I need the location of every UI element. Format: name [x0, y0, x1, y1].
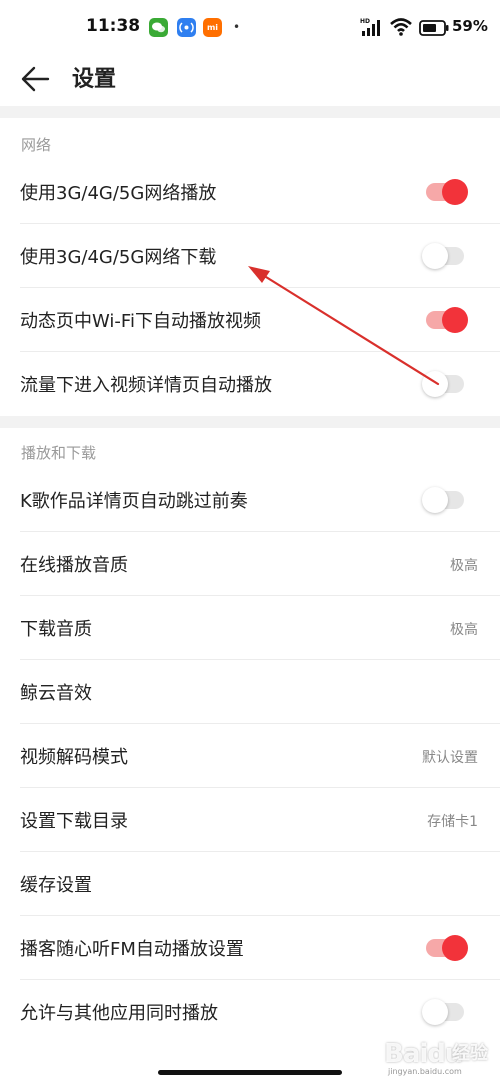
section-title-play-download: 播放和下载 [21, 444, 97, 462]
setting-row-podcast-fm[interactable]: 播客随心听FM自动播放设置 [0, 916, 500, 980]
toggle-switch-off[interactable] [422, 487, 464, 513]
setting-label: 动态页中Wi-Fi下自动播放视频 [20, 311, 261, 332]
setting-label: 鲸云音效 [20, 683, 92, 704]
toggle-switch-on[interactable] [426, 935, 468, 961]
watermark-sub: 经验 [452, 1043, 488, 1064]
toggle-switch-on[interactable] [426, 179, 468, 205]
cell-signal-icon: HD [360, 17, 382, 41]
setting-row-wifi-autoplay[interactable]: 动态页中Wi-Fi下自动播放视频 [0, 288, 500, 352]
setting-label: K歌作品详情页自动跳过前奏 [20, 491, 248, 512]
section-divider [0, 416, 500, 428]
mi-app-icon: mi [203, 18, 222, 37]
setting-label: 在线播放音质 [20, 555, 128, 576]
page-title: 设置 [72, 67, 117, 92]
setting-label: 流量下进入视频详情页自动播放 [20, 375, 272, 396]
setting-label: 设置下载目录 [20, 811, 128, 832]
toggle-switch-off[interactable] [422, 243, 464, 269]
toggle-knob [442, 179, 468, 205]
home-indicator[interactable] [158, 1070, 342, 1075]
toggle-switch-on[interactable] [426, 307, 468, 333]
baidu-watermark-logo: Baidu 经验 jingyan.baidu.com [382, 1035, 500, 1079]
battery-percent: 59% [452, 17, 488, 35]
setting-value: 极高 [450, 622, 478, 638]
setting-label: 播客随心听FM自动播放设置 [20, 939, 244, 960]
setting-label: 使用3G/4G/5G网络下载 [20, 247, 217, 268]
toggle-knob [422, 999, 448, 1025]
toggle-switch-off[interactable] [422, 999, 464, 1025]
back-arrow-icon[interactable] [20, 63, 52, 95]
toggle-knob [422, 487, 448, 513]
setting-value: 极高 [450, 558, 478, 574]
setting-value: 存储卡1 [427, 814, 478, 830]
setting-row-download-quality[interactable]: 下载音质 极高 [0, 596, 500, 660]
watermark-brand: Baidu [384, 1039, 463, 1069]
status-bar: 11:38 mi • HD 59% [0, 0, 500, 56]
watermark-url: jingyan.baidu.com [388, 1067, 462, 1076]
setting-row-mobile-download[interactable]: 使用3G/4G/5G网络下载 [0, 224, 500, 288]
app-header: 设置 [0, 56, 500, 106]
setting-row-video-decode[interactable]: 视频解码模式 默认设置 [0, 724, 500, 788]
toggle-switch-off[interactable] [422, 371, 464, 397]
setting-row-mobile-play[interactable]: 使用3G/4G/5G网络播放 [0, 160, 500, 224]
setting-row-cache[interactable]: 缓存设置 [0, 852, 500, 916]
setting-row-download-dir[interactable]: 设置下载目录 存储卡1 [0, 788, 500, 852]
setting-value: 默认设置 [422, 750, 478, 766]
toggle-knob [442, 307, 468, 333]
wifi-icon [389, 17, 413, 41]
setting-label: 下载音质 [20, 619, 92, 640]
toggle-knob [422, 243, 448, 269]
radio-icon [177, 18, 196, 37]
section-divider [0, 106, 500, 118]
notification-dot-icon: • [233, 20, 241, 34]
setting-row-skip-intro[interactable]: K歌作品详情页自动跳过前奏 [0, 468, 500, 532]
svg-text:HD: HD [360, 18, 370, 25]
wechat-icon [149, 18, 168, 37]
battery-icon [419, 20, 449, 40]
setting-row-online-quality[interactable]: 在线播放音质 极高 [0, 532, 500, 596]
setting-row-sound-effect[interactable]: 鲸云音效 [0, 660, 500, 724]
section-title-network: 网络 [21, 136, 52, 154]
toggle-knob [442, 935, 468, 961]
setting-label: 缓存设置 [20, 875, 92, 896]
status-time: 11:38 [86, 16, 141, 36]
setting-label: 视频解码模式 [20, 747, 128, 768]
setting-label: 使用3G/4G/5G网络播放 [20, 183, 217, 204]
setting-row-data-video-autoplay[interactable]: 流量下进入视频详情页自动播放 [0, 352, 500, 416]
toggle-knob [422, 371, 448, 397]
setting-label: 允许与其他应用同时播放 [20, 1003, 218, 1024]
